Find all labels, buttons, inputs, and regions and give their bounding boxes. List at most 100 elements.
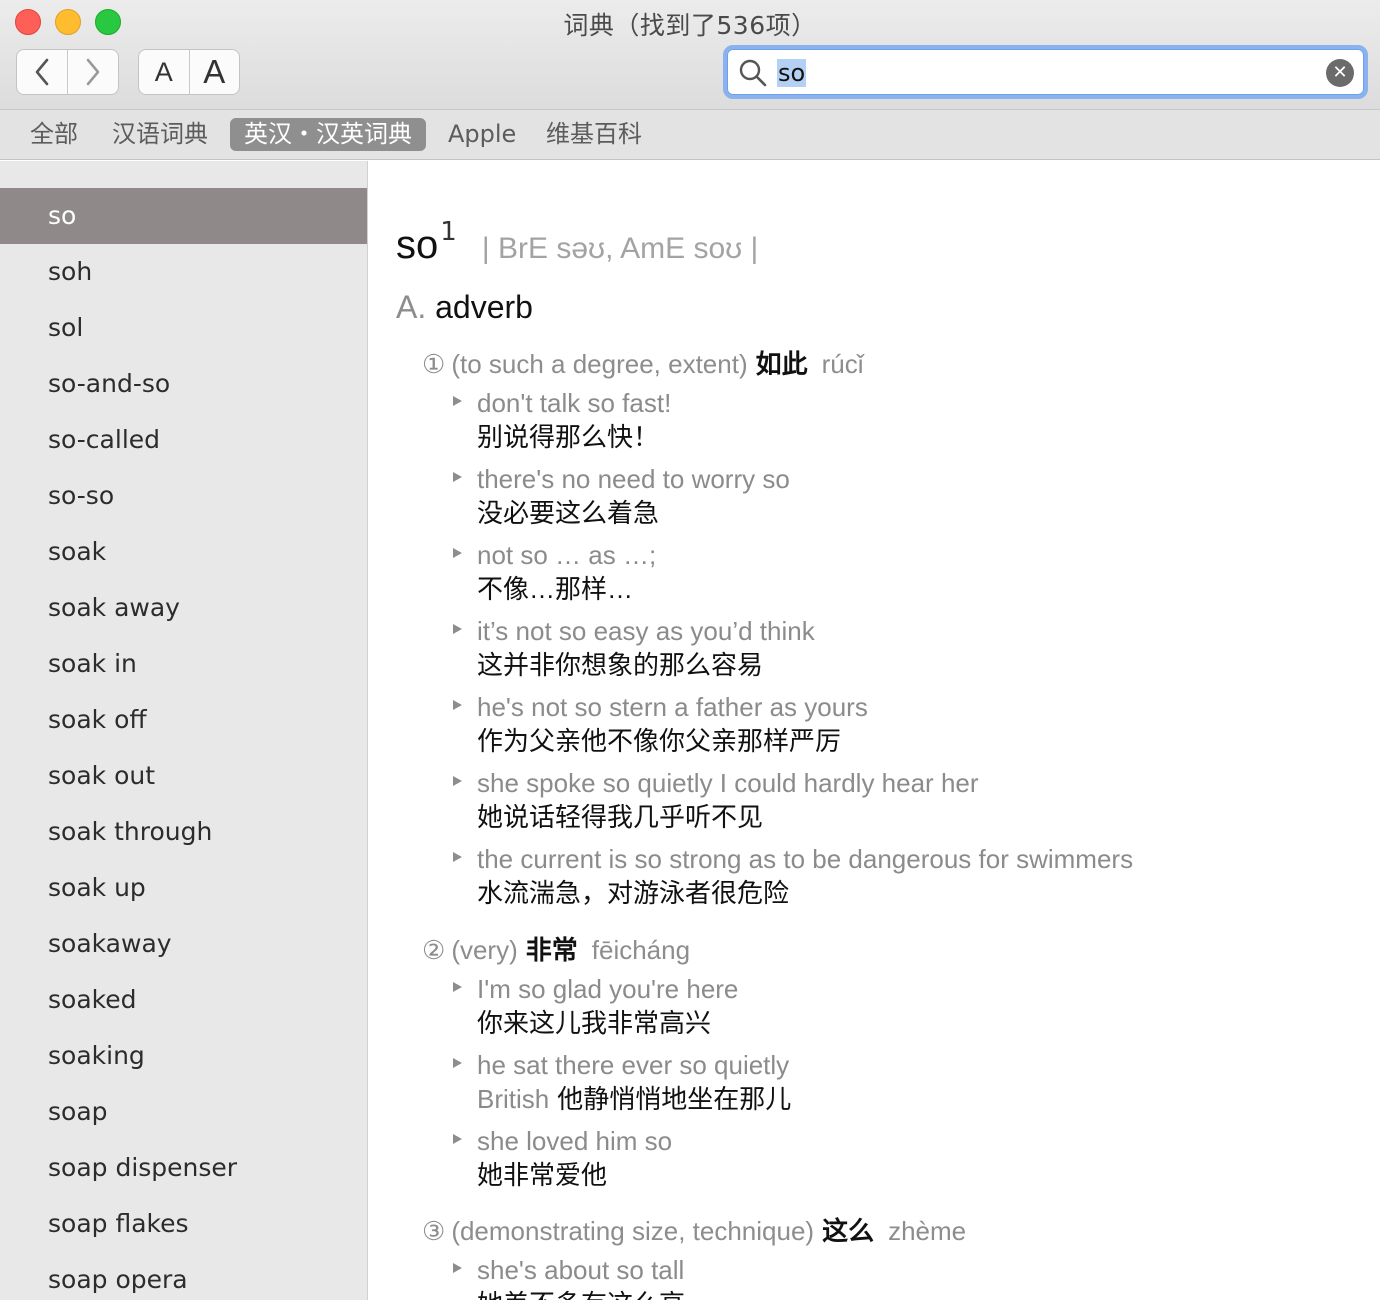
example-chinese-with-register: British 他静悄悄地坐在那儿 <box>477 1082 791 1116</box>
example-english: she loved him so <box>477 1126 673 1156</box>
sense-gloss: (to such a degree, extent) <box>451 349 748 379</box>
word-list-item[interactable]: so-so <box>0 468 367 524</box>
disclosure-triangle-icon <box>453 852 462 862</box>
example-chinese: 她说话轻得我几乎听不见 <box>477 802 764 832</box>
example-chinese: 他静悄悄地坐在那儿 <box>557 1084 792 1114</box>
font-size-buttons: A A <box>138 49 240 95</box>
example[interactable]: he sat there ever so quietly British 他静悄悄… <box>453 1048 791 1116</box>
word-list-item[interactable]: soaking <box>0 1028 367 1084</box>
sense-pinyin: zhème <box>888 1216 967 1246</box>
word-list-item-selected[interactable]: so <box>0 188 367 244</box>
register-label: British <box>477 1084 550 1114</box>
disclosure-triangle-icon <box>453 982 462 992</box>
disclosure-triangle-icon <box>453 396 462 406</box>
tab-all[interactable]: 全部 <box>16 118 92 151</box>
window-title: 词典（找到了536项） <box>563 11 817 40</box>
word-list: so soh sol so-and-so so-called so-so soa… <box>0 188 367 1300</box>
word-list-item[interactable]: so-called <box>0 412 367 468</box>
disclosure-triangle-icon <box>453 472 462 482</box>
sense: ② (very) 非常 fēicháng <box>422 930 690 967</box>
clear-search-button[interactable]: ✕ <box>1326 59 1354 87</box>
example[interactable]: she's about so tall 她差不多有这么高 <box>453 1253 685 1300</box>
example-english: it’s not so easy as you’d think <box>477 616 815 646</box>
back-button[interactable] <box>17 50 67 94</box>
sense-gloss: (demonstrating size, technique) <box>451 1216 815 1246</box>
word-list-item[interactable]: soap opera <box>0 1252 367 1300</box>
decrease-font-button[interactable]: A <box>139 50 189 94</box>
part-of-speech-label: adverb <box>435 289 533 325</box>
word-list-item[interactable]: so-and-so <box>0 356 367 412</box>
example-chinese: 她差不多有这么高 <box>477 1287 685 1300</box>
word-list-item[interactable]: soak <box>0 524 367 580</box>
navigation-buttons <box>16 49 119 95</box>
word-list-item[interactable]: soap flakes <box>0 1196 367 1252</box>
sense-gloss: (very) <box>451 935 518 965</box>
scope-tabs: 全部 汉语词典 英汉・汉英词典 Apple 维基百科 <box>0 110 1380 160</box>
disclosure-triangle-icon <box>453 1134 462 1144</box>
word-list-item[interactable]: soak in <box>0 636 367 692</box>
increase-font-button[interactable]: A <box>188 50 240 94</box>
word-list-item[interactable]: soh <box>0 244 367 300</box>
search-input[interactable]: so <box>777 59 807 87</box>
magnifier-icon <box>739 59 767 87</box>
word-list-item[interactable]: soak away <box>0 580 367 636</box>
sense-translation: 这么 <box>822 1216 875 1246</box>
search-field[interactable]: so ✕ <box>723 45 1368 99</box>
example-english: not so … as …; <box>477 540 657 570</box>
word-list-item[interactable]: soak off <box>0 692 367 748</box>
word-list-item[interactable]: soak up <box>0 860 367 916</box>
word-list-item[interactable]: soap dispenser <box>0 1140 367 1196</box>
definition-pane: so1 | BrE səʊ, AmE soʊ | A. adverb ① (to … <box>369 161 1380 1300</box>
disclosure-triangle-icon <box>453 700 462 710</box>
example[interactable]: don't talk so fast! 别说得那么快！ <box>453 386 672 454</box>
word-list-item[interactable]: soakaway <box>0 916 367 972</box>
sense-pinyin: fēicháng <box>591 935 691 965</box>
forward-button[interactable] <box>67 50 118 94</box>
example-chinese: 作为父亲他不像你父亲那样严厉 <box>477 726 842 756</box>
example-english: he's not so stern a father as yours <box>477 692 868 722</box>
sense-translation: 非常 <box>525 935 578 965</box>
results-sidebar: so soh sol so-and-so so-called so-so soa… <box>0 161 368 1300</box>
chevron-right-icon <box>86 58 100 86</box>
part-of-speech-letter: A. <box>396 289 427 325</box>
example-chinese: 别说得那么快！ <box>477 422 660 452</box>
entry-header: so1 | BrE səʊ, AmE soʊ | <box>396 217 758 268</box>
example-chinese: 水流湍急，对游泳者很危险 <box>477 878 790 908</box>
example-english: the current is so strong as to be danger… <box>477 844 1134 874</box>
word-list-item[interactable]: soap <box>0 1084 367 1140</box>
example[interactable]: she loved him so 她非常爱他 <box>453 1124 673 1192</box>
tab-wikipedia[interactable]: 维基百科 <box>532 118 656 151</box>
search-field-inner <box>727 49 1364 95</box>
word-list-item[interactable]: soak through <box>0 804 367 860</box>
disclosure-triangle-icon <box>453 776 462 786</box>
word-list-item[interactable]: soak out <box>0 748 367 804</box>
sense-number: ② <box>422 935 446 965</box>
example[interactable]: I'm so glad you're here 你来这儿我非常高兴 <box>453 972 739 1040</box>
example-chinese: 她非常爱他 <box>477 1160 608 1190</box>
sense-translation: 如此 <box>755 349 808 379</box>
word-list-item[interactable]: sol <box>0 300 367 356</box>
tab-english-chinese-dictionary[interactable]: 英汉・汉英词典 <box>230 118 426 151</box>
disclosure-triangle-icon <box>453 548 462 558</box>
example[interactable]: not so … as …; 不像…那样… <box>453 538 657 606</box>
example[interactable]: he's not so stern a father as yours 作为父亲… <box>453 690 868 758</box>
tab-apple[interactable]: Apple <box>434 118 530 151</box>
example-chinese: 你来这儿我非常高兴 <box>477 1008 712 1038</box>
example-english: don't talk so fast! <box>477 388 672 418</box>
example-english: I'm so glad you're here <box>477 974 739 1004</box>
part-of-speech: A. adverb <box>396 289 533 326</box>
tab-chinese-dictionary[interactable]: 汉语词典 <box>98 118 222 151</box>
word-list-item[interactable]: soaked <box>0 972 367 1028</box>
example[interactable]: it’s not so easy as you’d think 这并非你想象的那… <box>453 614 815 682</box>
example[interactable]: she spoke so quietly I could hardly hear… <box>453 766 979 834</box>
homograph-number: 1 <box>440 217 457 247</box>
example-english: he sat there ever so quietly <box>477 1050 790 1080</box>
sense: ③ (demonstrating size, technique) 这么 zhème <box>422 1211 966 1248</box>
example[interactable]: the current is so strong as to be danger… <box>453 842 1134 910</box>
example[interactable]: there's no need to worry so 没必要这么着急 <box>453 462 790 530</box>
sense-number: ③ <box>422 1216 446 1246</box>
headword: so <box>396 223 439 267</box>
example-chinese: 没必要这么着急 <box>477 498 660 528</box>
clear-icon: ✕ <box>1332 62 1348 83</box>
chevron-left-icon <box>35 58 49 86</box>
